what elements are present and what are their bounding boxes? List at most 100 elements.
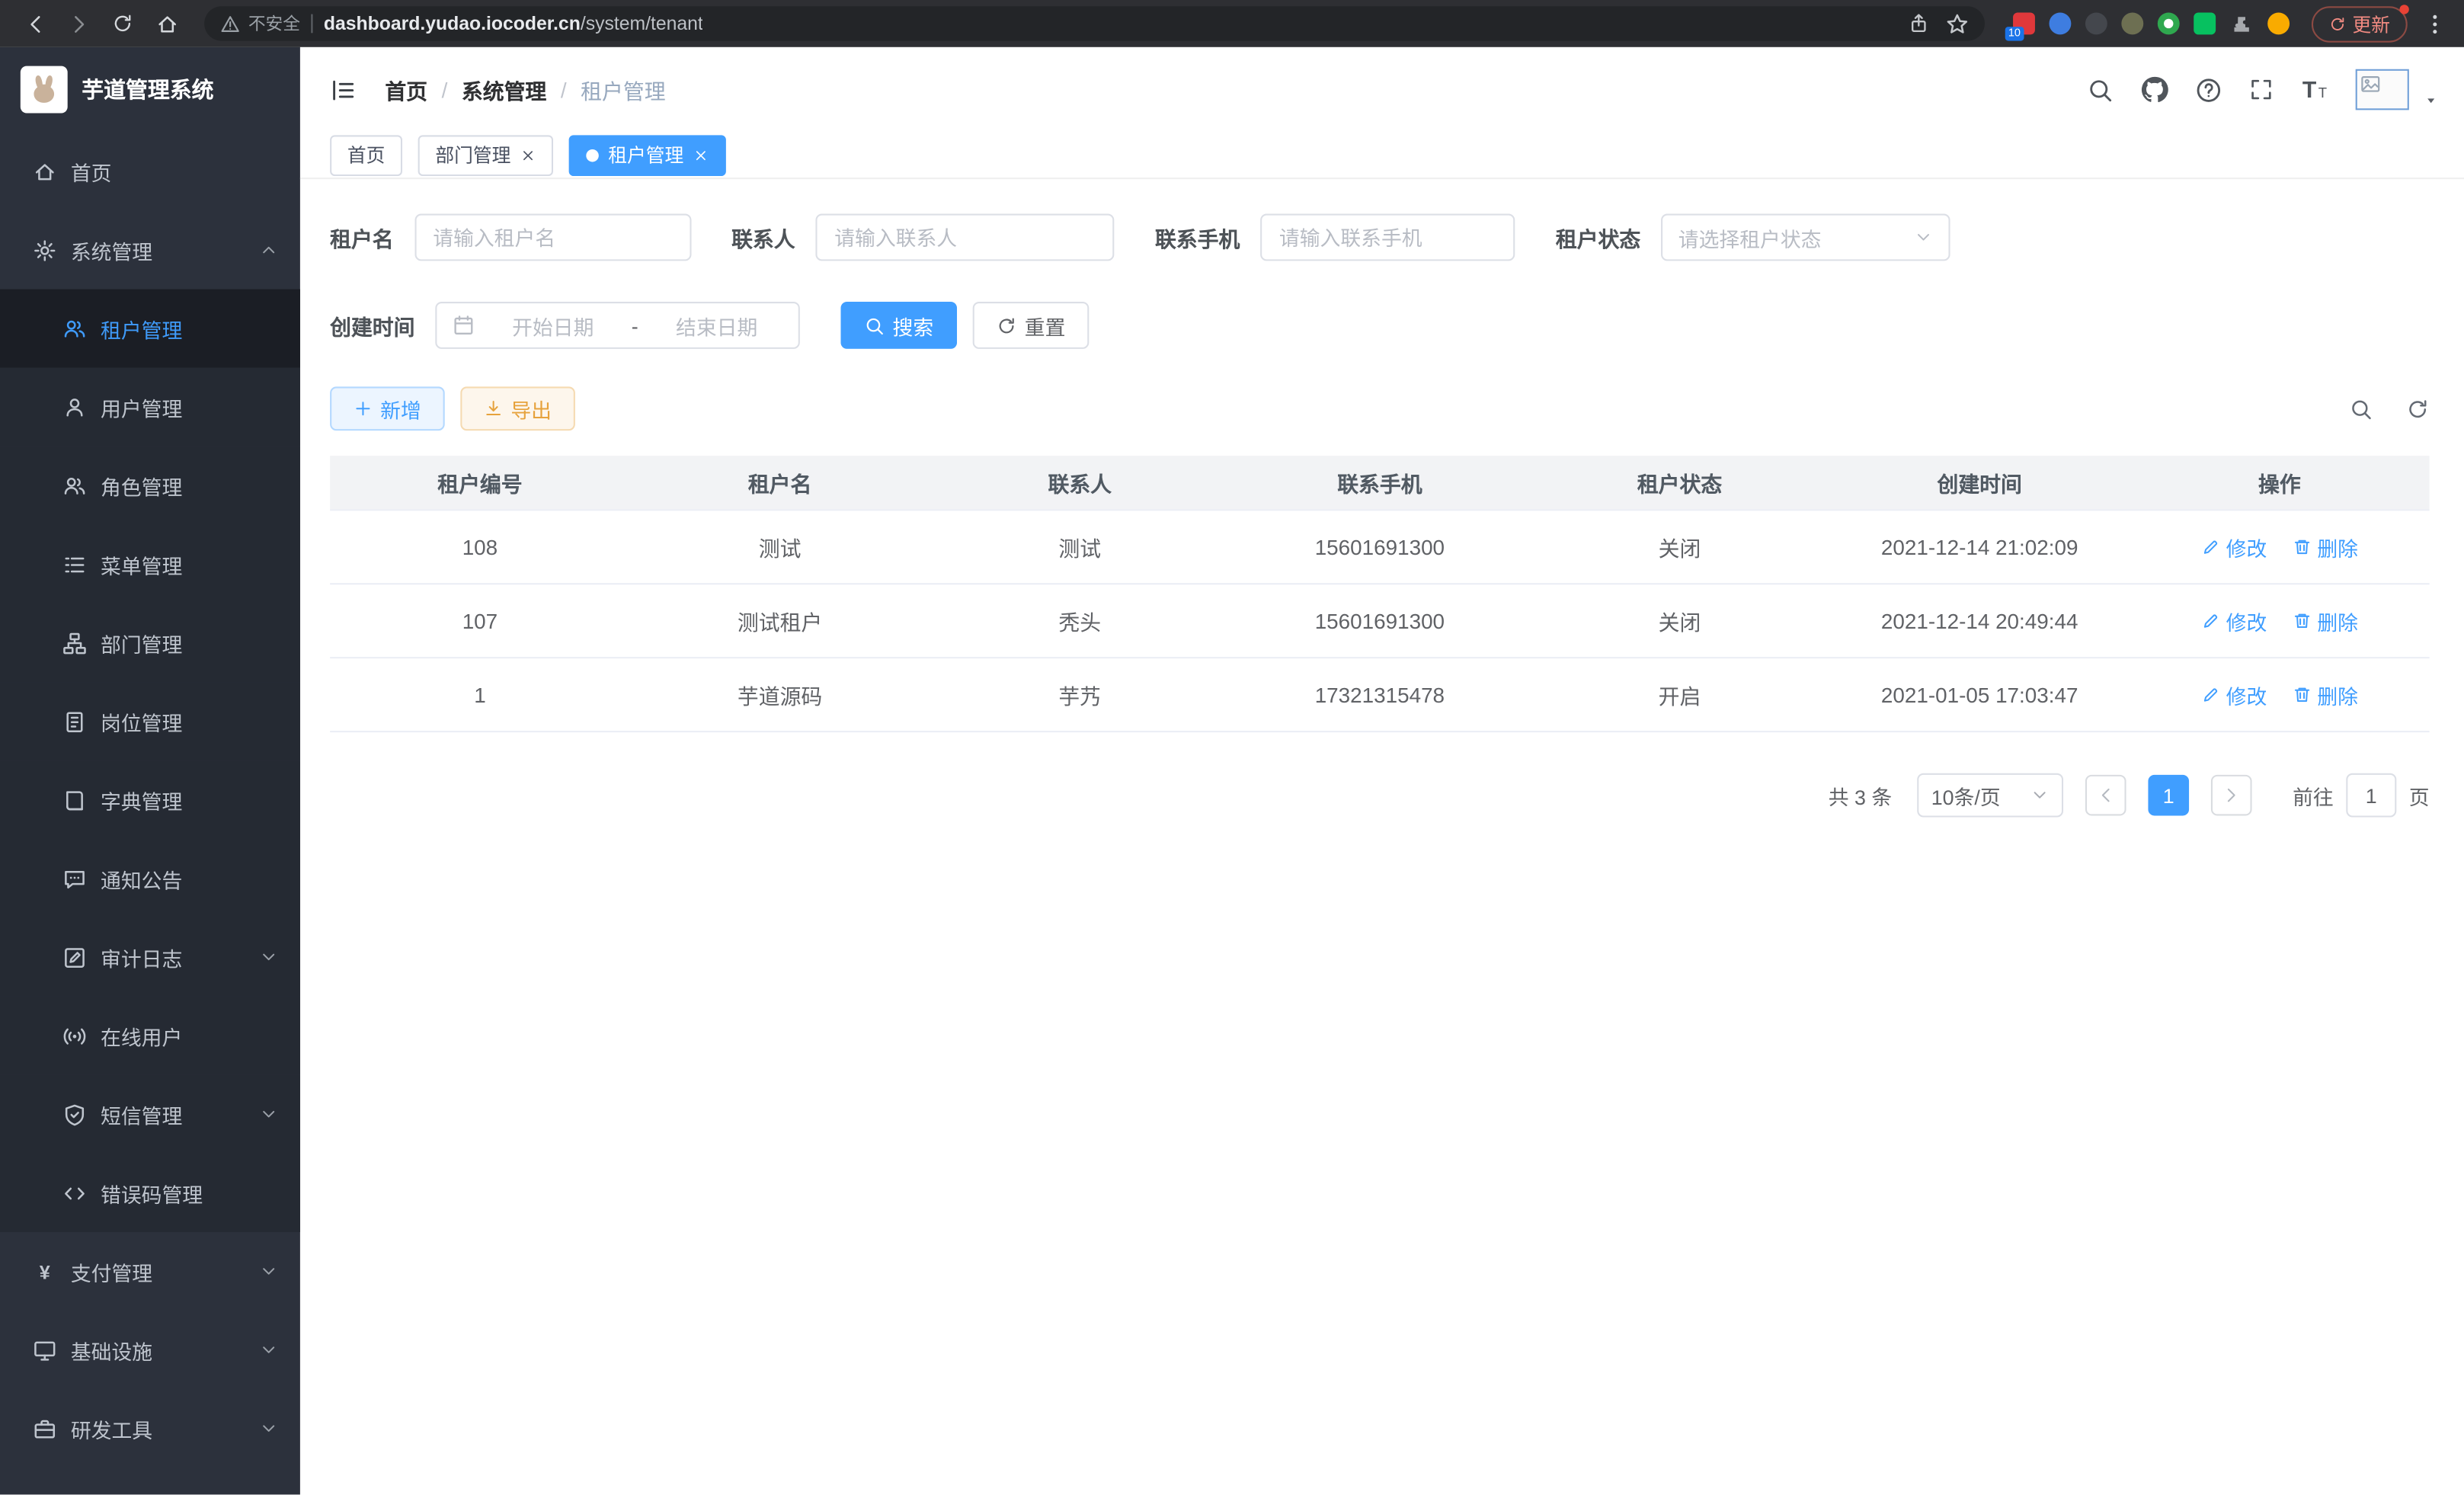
tab-tenant[interactable]: 租户管理 bbox=[569, 134, 726, 175]
export-button[interactable]: 导出 bbox=[460, 386, 575, 431]
sidebar-item-devtools[interactable]: 研发工具 bbox=[0, 1389, 300, 1468]
sidebar-item-sms[interactable]: 短信管理 bbox=[0, 1075, 300, 1154]
cell-ops: 修改 删除 bbox=[2130, 606, 2430, 635]
cell-status: 关闭 bbox=[1530, 605, 1830, 636]
reset-button-label: 重置 bbox=[1025, 310, 1066, 340]
user-avatar[interactable] bbox=[2356, 69, 2409, 110]
fullscreen-icon[interactable] bbox=[2248, 77, 2274, 102]
goto-page-input[interactable] bbox=[2346, 773, 2396, 818]
sidebar-fold-button[interactable] bbox=[325, 72, 360, 107]
browser-update-button[interactable]: 更新 bbox=[2312, 5, 2408, 41]
breadcrumb-separator: / bbox=[561, 78, 567, 101]
delete-link[interactable]: 删除 bbox=[2292, 680, 2358, 709]
breadcrumb-home[interactable]: 首页 bbox=[385, 74, 427, 105]
sidebar-item-label: 在线用户 bbox=[101, 1021, 182, 1051]
delete-link[interactable]: 删除 bbox=[2292, 606, 2358, 635]
page-number-button[interactable]: 1 bbox=[2148, 775, 2189, 816]
add-button[interactable]: 新增 bbox=[330, 386, 445, 431]
chevron-down-icon bbox=[2030, 786, 2050, 805]
share-icon[interactable] bbox=[1908, 13, 1930, 35]
sidebar-item-menu[interactable]: 菜单管理 bbox=[0, 525, 300, 603]
sidebar-item-label: 审计日志 bbox=[101, 942, 182, 972]
gear-icon bbox=[33, 238, 56, 261]
search-icon[interactable] bbox=[2087, 76, 2114, 103]
contact-input[interactable] bbox=[815, 214, 1114, 261]
sidebar-item-tenant[interactable]: 租户管理 bbox=[0, 290, 300, 368]
close-icon[interactable] bbox=[693, 147, 709, 163]
sidebar-item-payment[interactable]: 支付管理 bbox=[0, 1232, 300, 1311]
help-icon[interactable] bbox=[2195, 76, 2222, 103]
edit-link[interactable]: 修改 bbox=[2201, 680, 2267, 709]
tab-dept[interactable]: 部门管理 bbox=[418, 134, 553, 175]
sidebar-item-dict[interactable]: 字典管理 bbox=[0, 760, 300, 839]
green-circle-extension-icon[interactable] bbox=[2158, 13, 2180, 35]
sidebar-item-online-user[interactable]: 在线用户 bbox=[0, 997, 300, 1075]
address-bar[interactable]: 不安全 dashboard.yudao.iocoder.cn/system/te… bbox=[204, 6, 1985, 40]
status-label: 租户状态 bbox=[1556, 222, 1640, 253]
code-icon bbox=[63, 1181, 87, 1205]
browser-forward-button[interactable] bbox=[59, 5, 98, 43]
sidebar-item-dept[interactable]: 部门管理 bbox=[0, 603, 300, 682]
browser-home-button[interactable] bbox=[148, 5, 186, 43]
browser-reload-button[interactable] bbox=[104, 5, 142, 43]
browser-menu-button[interactable] bbox=[2420, 5, 2448, 43]
sidebar-item-error-code[interactable]: 错误码管理 bbox=[0, 1154, 300, 1232]
search-form: 租户名 联系人 联系手机 租户状态 bbox=[330, 214, 2430, 349]
security-indicator[interactable]: 不安全 bbox=[220, 11, 300, 36]
end-date-input[interactable]: 结束日期 bbox=[651, 310, 782, 340]
status-select[interactable]: 请选择租户状态 bbox=[1661, 214, 1950, 261]
tab-home[interactable]: 首页 bbox=[330, 134, 402, 175]
reset-button[interactable]: 重置 bbox=[973, 302, 1090, 349]
dark-extension-icon[interactable] bbox=[2085, 13, 2107, 35]
blue-extension-icon[interactable] bbox=[2049, 13, 2071, 35]
chevron-down-icon bbox=[259, 1419, 278, 1438]
breadcrumb-system[interactable]: 系统管理 bbox=[462, 74, 546, 105]
phone-input[interactable] bbox=[1260, 214, 1515, 261]
next-page-button[interactable] bbox=[2211, 775, 2252, 816]
font-size-icon[interactable] bbox=[2301, 75, 2329, 104]
refresh-table-icon[interactable] bbox=[2406, 397, 2430, 421]
sidebar-item-role[interactable]: 角色管理 bbox=[0, 447, 300, 525]
date-range-picker[interactable]: 开始日期 - 结束日期 bbox=[435, 302, 800, 349]
edit-link[interactable]: 修改 bbox=[2201, 532, 2267, 562]
sidebar-item-post[interactable]: 岗位管理 bbox=[0, 682, 300, 760]
close-icon[interactable] bbox=[520, 147, 536, 163]
role-icon bbox=[63, 474, 87, 498]
column-header-status: 租户状态 bbox=[1530, 467, 1830, 498]
olive-extension-icon[interactable] bbox=[2121, 13, 2143, 35]
sidebar-item-audit-log[interactable]: 审计日志 bbox=[0, 918, 300, 997]
delete-link[interactable]: 删除 bbox=[2292, 532, 2358, 562]
browser-back-button[interactable] bbox=[16, 5, 54, 43]
sidebar-item-notice[interactable]: 通知公告 bbox=[0, 839, 300, 917]
extensions-puzzle-icon[interactable] bbox=[2230, 11, 2254, 35]
start-date-input[interactable]: 开始日期 bbox=[487, 310, 619, 340]
tenant-name-input[interactable] bbox=[414, 214, 690, 261]
sidebar-item-label: 首页 bbox=[71, 156, 112, 186]
bookmark-star-icon[interactable] bbox=[1945, 11, 1969, 35]
search-button[interactable]: 搜索 bbox=[840, 302, 957, 349]
page-content: 租户名 联系人 联系手机 租户状态 bbox=[300, 179, 2464, 1494]
green-square-extension-icon[interactable] bbox=[2194, 13, 2216, 35]
sidebar-item-infra[interactable]: 基础设施 bbox=[0, 1311, 300, 1389]
sidebar-item-label: 部门管理 bbox=[101, 628, 182, 658]
toggle-search-icon[interactable] bbox=[2349, 397, 2373, 421]
adblock-extension-icon[interactable]: 10 bbox=[2013, 13, 2035, 35]
edit-link[interactable]: 修改 bbox=[2201, 606, 2267, 635]
github-icon[interactable] bbox=[2140, 75, 2168, 104]
table-row: 108 测试 测试 15601691300 关闭 2021-12-14 21:0… bbox=[330, 509, 2430, 583]
tenant-icon bbox=[63, 317, 87, 341]
trash-icon bbox=[2292, 611, 2311, 630]
sidebar-item-label: 菜单管理 bbox=[101, 549, 182, 579]
broken-image-icon bbox=[2360, 74, 2381, 94]
total-count: 共 3 条 bbox=[1829, 780, 1892, 810]
sidebar-logo[interactable]: 芋道管理系统 bbox=[0, 47, 300, 132]
prev-page-button[interactable] bbox=[2085, 775, 2126, 816]
sidebar-item-user[interactable]: 用户管理 bbox=[0, 368, 300, 447]
column-header-id: 租户编号 bbox=[330, 467, 630, 498]
sidebar-item-system[interactable]: 系统管理 bbox=[0, 210, 300, 289]
id-card-icon bbox=[63, 709, 87, 733]
page-size-select[interactable]: 10条/页 bbox=[1917, 773, 2063, 818]
avatar-caret-icon[interactable] bbox=[2423, 93, 2439, 109]
sidebar-item-home[interactable]: 首页 bbox=[0, 132, 300, 210]
profile-avatar-icon[interactable] bbox=[2267, 13, 2290, 35]
